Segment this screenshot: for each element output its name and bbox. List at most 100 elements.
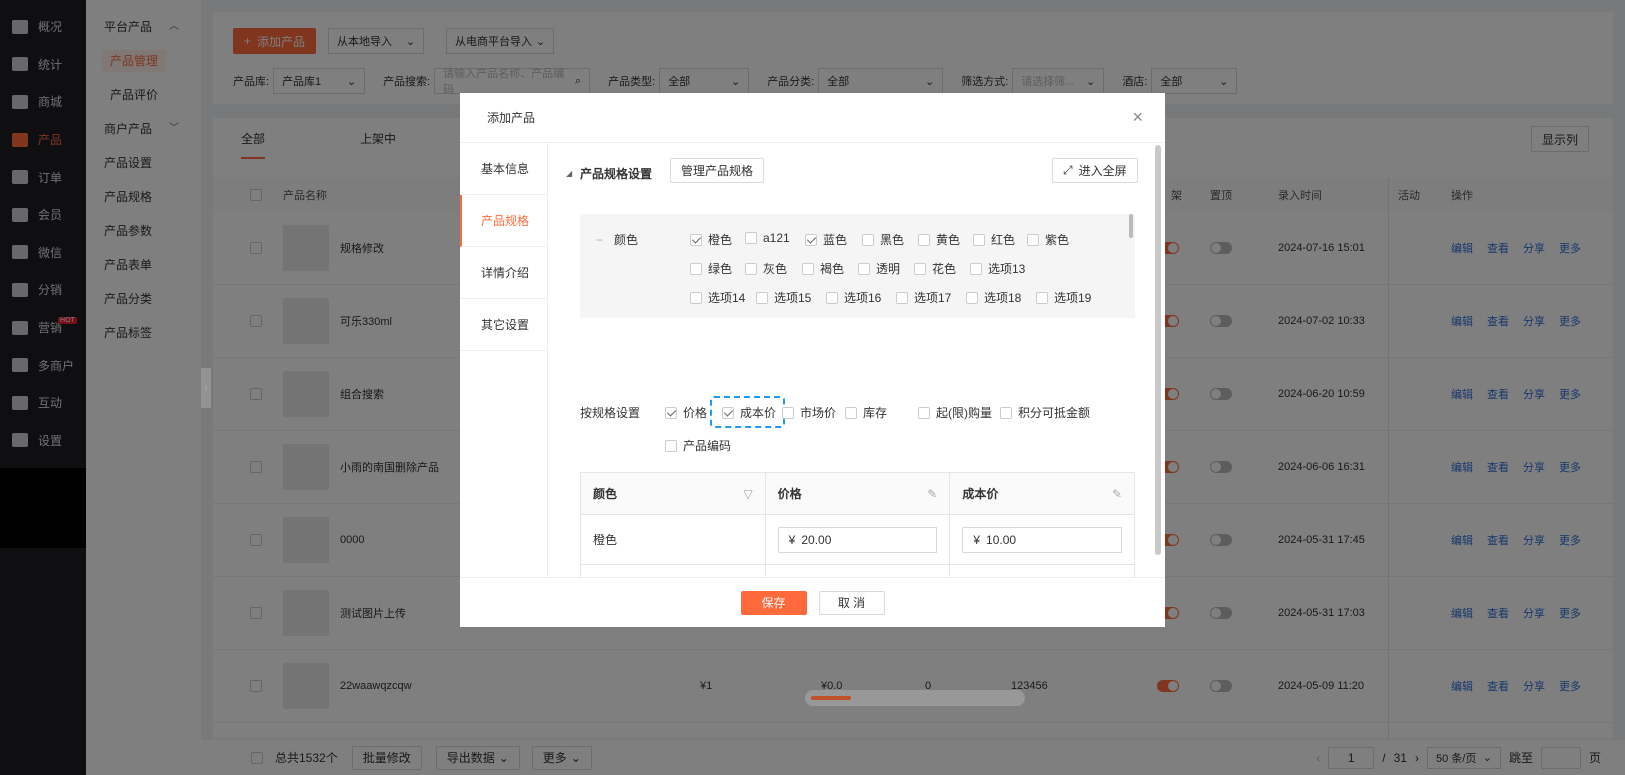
checkbox[interactable] [845, 406, 857, 419]
by-spec-option-4[interactable]: 起(限)购量 [918, 404, 992, 421]
by-spec-option-label: 市场价 [800, 406, 837, 420]
spec-option[interactable]: 橙色 [690, 231, 732, 248]
edit-icon[interactable]: ✎ [927, 487, 937, 501]
spec-option[interactable]: 选项17 [896, 289, 951, 306]
by-spec-option-label: 成本价 [740, 406, 777, 420]
by-spec-option-label: 起(限)购量 [936, 406, 992, 420]
spec-option[interactable]: 紫色 [1027, 231, 1069, 248]
spec-option[interactable]: 选项13 [970, 260, 1025, 277]
cancel-button[interactable]: 取 消 [818, 590, 885, 615]
checkbox[interactable] [802, 262, 814, 275]
spec-option[interactable]: 选项19 [1036, 289, 1091, 306]
filter-icon[interactable]: ▽ [743, 487, 752, 501]
modal-tab-1[interactable]: 产品规格 [460, 195, 547, 247]
section-title: 产品规格设置 [580, 167, 653, 181]
fullscreen-button[interactable]: ⤢ 进入全屏 [1052, 158, 1138, 183]
spec-option[interactable]: 选项14 [690, 289, 745, 306]
color-value: 橙色 [593, 533, 618, 547]
checkbox[interactable] [1027, 233, 1039, 246]
modal-footer: 保存 取 消 [460, 577, 1165, 627]
grid-cell-color: 橙色 [581, 515, 766, 564]
cost-input[interactable]: ¥10.00 [962, 526, 1123, 553]
checkbox[interactable] [918, 233, 930, 246]
checkbox[interactable] [690, 291, 702, 304]
manage-spec-label: 管理产品规格 [681, 164, 754, 178]
spec-option[interactable]: 灰色 [745, 260, 787, 277]
spec-option-label: 选项16 [844, 291, 882, 305]
price-input[interactable]: ¥20.00 [777, 526, 938, 553]
currency-symbol: ¥ [973, 532, 981, 547]
checkbox[interactable] [826, 291, 838, 304]
checkbox[interactable] [782, 406, 794, 419]
modal-tab-0[interactable]: 基本信息 [460, 143, 547, 195]
grid-cell-price: ¥20.00 [766, 515, 951, 564]
modal-tab-2[interactable]: 详情介绍 [460, 247, 547, 299]
by-spec-option-label: 库存 [863, 406, 888, 420]
spec-option[interactable]: 选项18 [966, 289, 1021, 306]
checkbox[interactable] [914, 262, 926, 275]
checkbox[interactable] [862, 233, 874, 246]
checkbox[interactable] [745, 262, 757, 275]
spec-option[interactable]: 黄色 [918, 231, 960, 248]
fullscreen-icon: ⤢ [1063, 163, 1073, 177]
collapse-icon[interactable]: − [596, 233, 603, 247]
checkbox[interactable] [756, 291, 768, 304]
checkbox[interactable] [973, 233, 985, 246]
spec-option[interactable]: 选项16 [826, 289, 881, 306]
spec-option[interactable]: 红色 [973, 231, 1015, 248]
spec-option[interactable]: 选项15 [756, 289, 811, 306]
modal-tab-label: 其它设置 [481, 318, 530, 332]
checkbox[interactable] [745, 232, 757, 244]
by-spec-option-1[interactable]: 成本价 [722, 404, 776, 421]
spec-option-label: a121 [763, 231, 790, 245]
checkbox[interactable] [918, 406, 930, 419]
spec-option[interactable]: 蓝色 [805, 231, 847, 248]
spec-option-label: 紫色 [1045, 233, 1070, 247]
modal-tab-label: 详情介绍 [481, 266, 530, 280]
scroll-thumb[interactable] [811, 696, 851, 700]
modal-title: 添加产品 [487, 111, 536, 125]
grid-row: 橙色 ¥20.00 ¥10.00 [581, 515, 1134, 565]
spec-option[interactable]: a121 [745, 231, 790, 245]
chevron-left-icon: ‹ [204, 383, 208, 393]
grid-header-label: 价格 [777, 487, 802, 501]
spec-option[interactable]: 花色 [914, 260, 956, 277]
close-icon[interactable]: × [1132, 107, 1143, 128]
checkbox[interactable] [1036, 291, 1048, 304]
checkbox[interactable] [970, 262, 982, 275]
modal-scrollbar[interactable] [1155, 145, 1161, 555]
by-spec-option-code[interactable]: 产品编码 [665, 437, 731, 454]
checkbox[interactable] [858, 262, 870, 275]
spec-option-label: 花色 [932, 262, 957, 276]
by-spec-option-3[interactable]: 库存 [845, 404, 887, 421]
by-spec-option-2[interactable]: 市场价 [782, 404, 836, 421]
spec-option[interactable]: 透明 [858, 260, 900, 277]
checkbox[interactable] [1000, 406, 1012, 419]
by-spec-option-0[interactable]: 价格 [665, 404, 707, 421]
spec-option[interactable]: 黑色 [862, 231, 904, 248]
checkbox[interactable] [966, 291, 978, 304]
spec-option-label: 选项14 [708, 291, 746, 305]
save-button[interactable]: 保存 [740, 590, 807, 615]
checkbox[interactable] [722, 406, 734, 419]
currency-symbol: ¥ [788, 532, 796, 547]
collapse-sidebar-handle[interactable]: ‹ [201, 368, 211, 408]
by-spec-option-5[interactable]: 积分可抵金额 [1000, 404, 1090, 421]
checkbox[interactable] [896, 291, 908, 304]
spec-box-scrollbar[interactable] [1129, 214, 1133, 238]
checkbox[interactable] [805, 233, 817, 246]
checkbox[interactable] [665, 439, 677, 452]
horizontal-scroll-indicator[interactable] [805, 690, 1025, 706]
checkbox[interactable] [665, 406, 677, 419]
modal-scrollbar-thumb[interactable] [1155, 145, 1161, 555]
checkbox[interactable] [690, 262, 702, 275]
spec-option[interactable]: 绿色 [690, 260, 732, 277]
cost-value: 10.00 [986, 532, 1017, 547]
manage-spec-button[interactable]: 管理产品规格 [670, 158, 765, 183]
spec-price-grid: 颜色▽ 价格✎ 成本价✎ 橙色¥20.00¥10.00蓝色¥20.00¥10.0… [580, 472, 1135, 577]
spec-option[interactable]: 褐色 [802, 260, 844, 277]
spec-option-label: 红色 [991, 233, 1016, 247]
edit-icon[interactable]: ✎ [1112, 487, 1122, 501]
checkbox[interactable] [690, 233, 702, 246]
modal-tab-3[interactable]: 其它设置 [460, 299, 547, 351]
